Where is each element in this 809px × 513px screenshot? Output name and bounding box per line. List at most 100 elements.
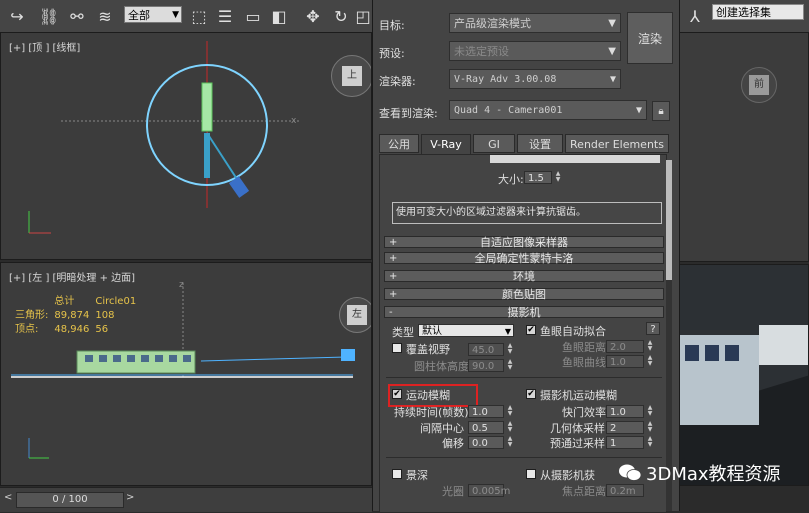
viewport-front[interactable]: 前 (678, 32, 809, 262)
viewport-left-label[interactable]: [+] [左 ] [明暗处理 + 边面] (9, 269, 135, 284)
rollout-global-dmc[interactable]: + 全局确定性蒙特卡洛 (384, 252, 664, 265)
chevron-down-icon: ▼ (609, 74, 616, 85)
camera-motion-blur-label: 摄影机运动模糊 (540, 389, 617, 402)
time-slider[interactable]: 0 / 100 (16, 492, 124, 508)
preset-combo[interactable]: 未选定预设 ▼ (449, 41, 621, 61)
chevron-down-icon: ▼ (635, 105, 642, 116)
link-icon[interactable]: ⛓ (38, 5, 60, 27)
viewcube-top[interactable]: 上 (331, 55, 371, 97)
fisheye-auto-fit-label: 鱼眼自动拟合 (540, 325, 606, 338)
named-selection-input[interactable]: 创建选择集 (712, 4, 804, 20)
tab-render-elements[interactable]: Render Elements (565, 134, 669, 153)
prepass-samples-spinner[interactable]: 1 (606, 436, 644, 449)
fisheye-curve-spinner[interactable]: 1.0 (606, 355, 644, 368)
target-combo[interactable]: 产品级渲染模式 ▼ (449, 13, 621, 33)
focus-distance-label: 焦点距离 (562, 485, 606, 498)
abc-icon[interactable]: ⅄ (684, 5, 706, 27)
spinner-arrows-icon[interactable]: ▲ ▼ (646, 436, 654, 449)
renderer-value: V-Ray Adv 3.00.08 (454, 74, 557, 85)
aperture-label: 光圈 (442, 485, 464, 498)
lock-icon[interactable]: 🔒︎ (652, 101, 670, 121)
viewport-top[interactable]: [+] [顶 ] [线框] x 上 (0, 32, 372, 260)
spinner-arrows-icon[interactable]: ▲ ▼ (506, 421, 514, 434)
help-button[interactable]: ? (646, 322, 660, 335)
rollout-title: 自适应图像采样器 (480, 236, 568, 249)
rollout-adaptive-sampler[interactable]: + 自适应图像采样器 (384, 236, 664, 249)
preset-label: 预设: (379, 47, 405, 60)
rollout-title: 摄影机 (507, 306, 541, 319)
spinner-arrows-icon[interactable]: ▲ ▼ (646, 405, 654, 418)
redo-icon[interactable]: ↪ (6, 5, 28, 27)
renderer-label: 渲染器: (379, 75, 416, 88)
fisheye-distance-spinner[interactable]: 2.0 (606, 340, 644, 353)
spinner-arrows-icon[interactable]: ▲ ▼ (646, 421, 654, 434)
rollout-color-mapping[interactable]: + 颜色贴图 (384, 288, 664, 301)
spinner-arrows-icon[interactable]: ▲ ▼ (554, 171, 562, 184)
shutter-efficiency-spinner[interactable]: 1.0 (606, 405, 644, 418)
spinner-arrows-icon[interactable]: ▲ ▼ (646, 355, 654, 368)
rollout-camera[interactable]: - 摄影机 (384, 306, 664, 319)
view-to-render-combo[interactable]: Quad 4 - Camera001 ▼ (449, 100, 647, 120)
duration-label: 持续时间(帧数) (394, 406, 469, 419)
viewcube-front[interactable]: 前 (741, 67, 777, 103)
bias-spinner[interactable]: 0.0 (468, 436, 504, 449)
viewport-left[interactable]: [+] [左 ] [明暗处理 + 边面] 总计 Circle01 三角形: 89… (0, 262, 372, 486)
rect-selection-icon[interactable]: ▭ (242, 5, 264, 27)
timeline-right-arrow[interactable]: > (126, 492, 134, 503)
filter-combo-partial[interactable] (490, 155, 660, 163)
tab-common[interactable]: 公用 (379, 134, 419, 153)
spinner-arrows-icon[interactable]: ▲ ▼ (506, 405, 514, 418)
duration-spinner[interactable]: 1.0 (468, 405, 504, 418)
dof-checkbox[interactable] (392, 469, 402, 479)
camera-type-combo[interactable]: 默认 ▼ (418, 324, 514, 337)
interval-center-spinner[interactable]: 0.5 (468, 421, 504, 434)
spinner-arrows-icon[interactable]: ▲ ▼ (646, 340, 654, 353)
tab-vray[interactable]: V-Ray (421, 134, 471, 155)
tab-settings[interactable]: 设置 (517, 134, 563, 153)
bind-spacewarp-icon[interactable]: ≋ (94, 5, 116, 27)
size-spinner[interactable]: 1.5 (524, 171, 552, 184)
viewcube-left-face[interactable]: 左 (347, 305, 367, 325)
scrollbar-thumb[interactable] (666, 160, 672, 280)
window-crossing-icon[interactable]: ◧ (268, 5, 290, 27)
chevron-down-icon: ▼ (608, 46, 616, 57)
viewport-camera[interactable] (678, 264, 809, 486)
stats-header-object: Circle01 (95, 296, 137, 307)
svg-text:x: x (291, 116, 297, 126)
viewport-top-label[interactable]: [+] [顶 ] [线框] (9, 39, 80, 54)
spinner-arrows-icon[interactable]: ▲ ▼ (506, 343, 514, 356)
render-button[interactable]: 渲染 (627, 12, 673, 64)
viewcube-front-face[interactable]: 前 (749, 75, 769, 95)
spinner-arrows-icon[interactable]: ▲ ▼ (506, 359, 514, 372)
spinner-arrows-icon[interactable]: ▲ ▼ (506, 436, 514, 449)
rotate-icon[interactable]: ↻ (330, 5, 352, 27)
preset-value: 未选定预设 (454, 45, 509, 58)
select-by-name-icon[interactable]: ☰ (214, 5, 236, 27)
from-camera-checkbox[interactable] (526, 469, 536, 479)
timeline-left-arrow[interactable]: < (4, 492, 12, 503)
fisheye-auto-fit-checkbox[interactable]: ✔ (526, 325, 536, 335)
tab-gi[interactable]: GI (473, 134, 515, 153)
fisheye-curve-label: 鱼眼曲线 (562, 356, 606, 369)
unlink-icon[interactable]: ⚯ (66, 5, 88, 27)
select-object-icon[interactable]: ⬚ (188, 5, 210, 27)
geometry-samples-spinner[interactable]: 2 (606, 421, 644, 434)
timeline: < 0 / 100 > (0, 487, 372, 512)
camera-body (204, 133, 210, 178)
watermark-text: 3DMax教程资源 (646, 464, 781, 485)
fov-spinner[interactable]: 45.0 (468, 343, 504, 356)
selection-filter-dropdown[interactable]: 全部 ▼ (124, 6, 182, 23)
target-value: 产品级渲染模式 (454, 17, 531, 30)
aperture-spinner[interactable]: 0.005m (468, 484, 510, 497)
viewcube-left[interactable]: 左 (339, 297, 371, 333)
geometry-samples-label: 几何体采样 (550, 422, 605, 435)
scale-icon[interactable]: ◰ (352, 5, 374, 27)
rollout-environment[interactable]: + 环境 (384, 270, 664, 283)
camera-motion-blur-checkbox[interactable]: ✔ (526, 389, 536, 399)
override-fov-checkbox[interactable] (392, 343, 402, 353)
size-label: 大小: (498, 173, 524, 186)
move-icon[interactable]: ✥ (302, 5, 324, 27)
renderer-combo[interactable]: V-Ray Adv 3.00.08 ▼ (449, 69, 621, 89)
cylinder-height-spinner[interactable]: 90.0 (468, 359, 504, 372)
override-fov-label: 覆盖视野 (406, 343, 450, 356)
